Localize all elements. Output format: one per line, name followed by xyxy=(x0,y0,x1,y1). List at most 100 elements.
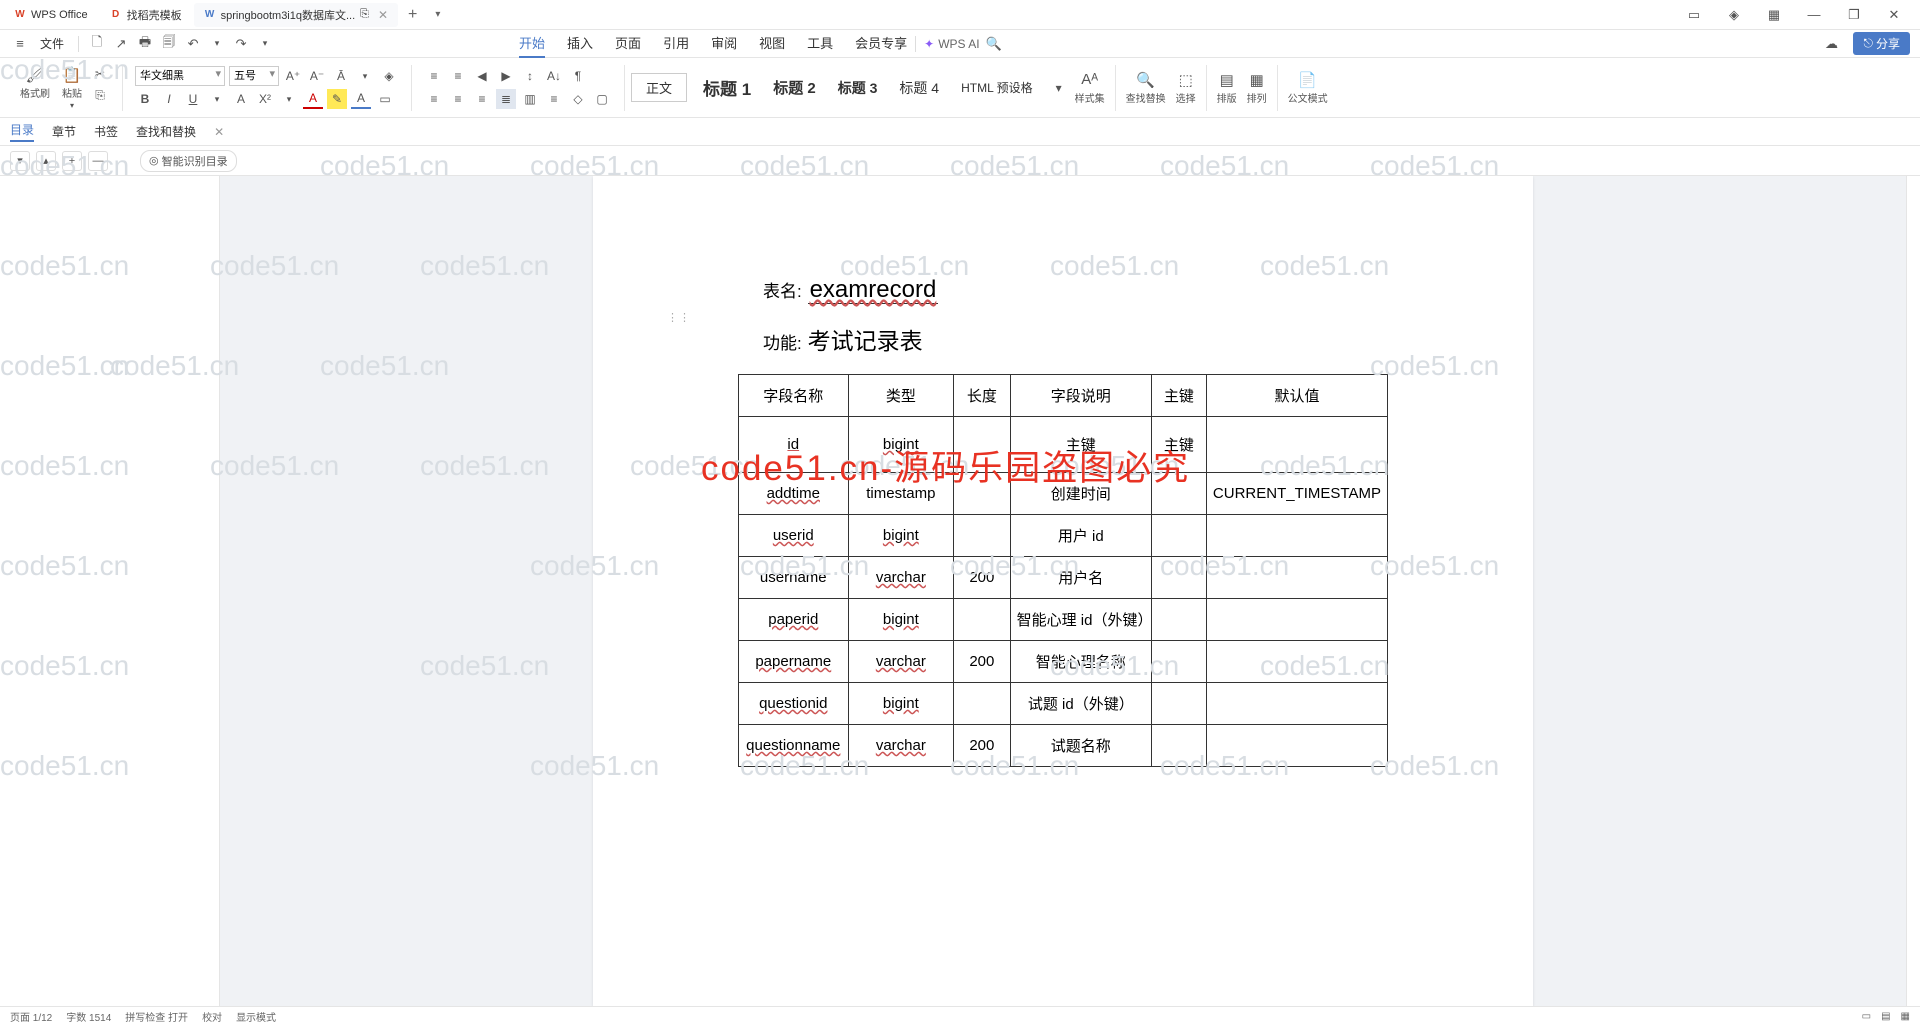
redo-dropdown-icon[interactable]: ▾ xyxy=(255,34,275,54)
styles-dropdown-icon[interactable]: ▾ xyxy=(1049,78,1069,98)
menu-tab-insert[interactable]: 插入 xyxy=(567,29,593,58)
strike-button[interactable]: A xyxy=(231,89,251,109)
align-center-icon[interactable]: ≡ xyxy=(448,89,468,109)
style-h2[interactable]: 标题 2 xyxy=(767,73,822,102)
style-h3[interactable]: 标题 3 xyxy=(832,74,884,102)
word-count[interactable]: 字数 1514 xyxy=(66,1009,111,1024)
tab-close-icon[interactable]: ✕ xyxy=(378,8,388,22)
nav-bookmark[interactable]: 书签 xyxy=(94,123,118,140)
menu-tab-page[interactable]: 页面 xyxy=(615,29,641,58)
indent-left-icon[interactable]: ◀ xyxy=(472,66,492,86)
fill-icon[interactable]: ◇ xyxy=(568,89,588,109)
nav-find[interactable]: 查找和替换 xyxy=(136,123,196,140)
search-icon[interactable]: 🔍 xyxy=(984,34,1004,54)
underline-button[interactable]: U xyxy=(183,89,203,109)
smart-toc-button[interactable]: ◎智能识别目录 xyxy=(140,150,237,172)
expand-button[interactable]: ▴ xyxy=(36,151,56,171)
case-icon[interactable]: Ā xyxy=(331,66,351,86)
close-button[interactable]: ✕ xyxy=(1882,3,1906,27)
file-menu[interactable]: 文件 xyxy=(34,35,70,52)
print-icon[interactable]: 🖶 xyxy=(135,34,155,54)
view-icon[interactable]: ▦ xyxy=(1901,1011,1910,1022)
winbtn-3[interactable]: ▦ xyxy=(1762,3,1786,27)
style-h1[interactable]: 标题 1 xyxy=(697,71,757,104)
size-select[interactable]: 五号 xyxy=(229,66,279,86)
italic-button[interactable]: I xyxy=(159,89,179,109)
nav-close-icon[interactable]: ✕ xyxy=(214,125,224,139)
menu-tab-tools[interactable]: 工具 xyxy=(807,29,833,58)
tab-template[interactable]: D 找稻壳模板 xyxy=(100,3,192,27)
align-right-icon[interactable]: ≡ xyxy=(472,89,492,109)
bold-button[interactable]: B xyxy=(135,89,155,109)
shading-button[interactable]: A xyxy=(351,89,371,109)
indent-right-icon[interactable]: ▶ xyxy=(496,66,516,86)
select-button[interactable]: ⬚选择 xyxy=(1172,69,1200,107)
official-button[interactable]: 📄公文模式 xyxy=(1284,69,1332,107)
style-h4[interactable]: 标题 4 xyxy=(893,74,945,102)
justify-icon[interactable]: ≣ xyxy=(496,89,516,109)
style-set-button[interactable]: Aᴬ样式集 xyxy=(1071,69,1109,107)
nav-toc[interactable]: 目录 xyxy=(10,121,34,142)
nav-chapter[interactable]: 章节 xyxy=(52,123,76,140)
line-spacing-icon[interactable]: ↕ xyxy=(520,66,540,86)
layout-button[interactable]: ▤排版 xyxy=(1213,69,1241,107)
tab-add-button[interactable]: + xyxy=(400,6,425,24)
spell-check[interactable]: 拼写检查 打开 xyxy=(125,1009,188,1024)
table-border-icon[interactable]: ▢ xyxy=(592,89,612,109)
font-color-button[interactable]: A xyxy=(303,89,323,109)
undo-icon[interactable]: ↶ xyxy=(183,34,203,54)
minimize-button[interactable]: — xyxy=(1802,3,1826,27)
find-replace-button[interactable]: 🔍查找替换 xyxy=(1122,69,1170,107)
tab-more-button[interactable]: ▾ xyxy=(427,9,448,20)
tab-wps-office[interactable]: W WPS Office xyxy=(4,3,98,27)
font-select[interactable]: 华文细黑 xyxy=(135,66,225,86)
menu-tab-reference[interactable]: 引用 xyxy=(663,29,689,58)
menu-tab-start[interactable]: 开始 xyxy=(519,29,545,58)
hamburger-icon[interactable]: ≡ xyxy=(10,34,30,54)
undo-dropdown-icon[interactable]: ▾ xyxy=(207,34,227,54)
preview-icon[interactable]: 🗐 xyxy=(159,34,179,54)
arrange-button[interactable]: ▦排列 xyxy=(1243,69,1271,107)
remove-button[interactable]: — xyxy=(88,151,108,171)
add-button[interactable]: + xyxy=(62,151,82,171)
align-left-icon[interactable]: ≡ xyxy=(424,89,444,109)
menu-tab-member[interactable]: 会员专享 xyxy=(855,29,907,58)
shrink-font-icon[interactable]: A⁻ xyxy=(307,66,327,86)
number-list-icon[interactable]: ≡ xyxy=(448,66,468,86)
dropdown-icon[interactable]: ▾ xyxy=(355,66,375,86)
new-icon[interactable]: 🗋 xyxy=(87,34,107,54)
line-icon[interactable]: ≡ xyxy=(544,89,564,109)
drag-handle-icon[interactable]: ⋮⋮ xyxy=(667,311,691,324)
bullet-list-icon[interactable]: ≡ xyxy=(424,66,444,86)
script-dropdown-icon[interactable]: ▾ xyxy=(279,89,299,109)
format-brush-button[interactable]: 🖌格式刷 xyxy=(16,64,54,112)
style-html[interactable]: HTML 预设格 xyxy=(955,75,1039,100)
grow-font-icon[interactable]: A⁺ xyxy=(283,66,303,86)
sort-icon[interactable]: A↓ xyxy=(544,66,564,86)
proofing[interactable]: 校对 xyxy=(202,1009,222,1024)
maximize-button[interactable]: ❐ xyxy=(1842,3,1866,27)
paragraph-icon[interactable]: ¶ xyxy=(568,66,588,86)
clear-format-icon[interactable]: ◈ xyxy=(379,66,399,86)
canvas[interactable]: ⋮⋮ 表名: examrecord 功能: 考试记录表 code51.cn-源码… xyxy=(220,176,1906,1006)
redo-icon[interactable]: ↷ xyxy=(231,34,251,54)
copy-icon[interactable]: ⎘ xyxy=(90,86,110,106)
winbtn-1[interactable]: ▭ xyxy=(1682,3,1706,27)
display-mode[interactable]: 显示模式 xyxy=(236,1009,276,1024)
cut-icon[interactable]: ✂ xyxy=(90,64,110,84)
collapse-button[interactable]: ▾ xyxy=(10,151,30,171)
cloud-icon[interactable]: ☁ xyxy=(1821,34,1841,54)
style-body[interactable]: 正文 xyxy=(631,73,687,102)
superscript-button[interactable]: X² xyxy=(255,89,275,109)
wps-ai-button[interactable]: ✦WPS AI xyxy=(924,37,979,51)
share-button[interactable]: ⎋分享 xyxy=(1853,32,1910,55)
export-icon[interactable]: ↗ xyxy=(111,34,131,54)
page-indicator[interactable]: 页面 1/12 xyxy=(10,1009,52,1024)
highlight-button[interactable]: ✎ xyxy=(327,89,347,109)
view-icon[interactable]: ▤ xyxy=(1881,1011,1890,1022)
view-icon[interactable]: ▭ xyxy=(1862,1011,1871,1022)
border-button[interactable]: ▭ xyxy=(375,89,395,109)
menu-tab-view[interactable]: 视图 xyxy=(759,29,785,58)
underline-dropdown-icon[interactable]: ▾ xyxy=(207,89,227,109)
winbtn-2[interactable]: ◈ xyxy=(1722,3,1746,27)
